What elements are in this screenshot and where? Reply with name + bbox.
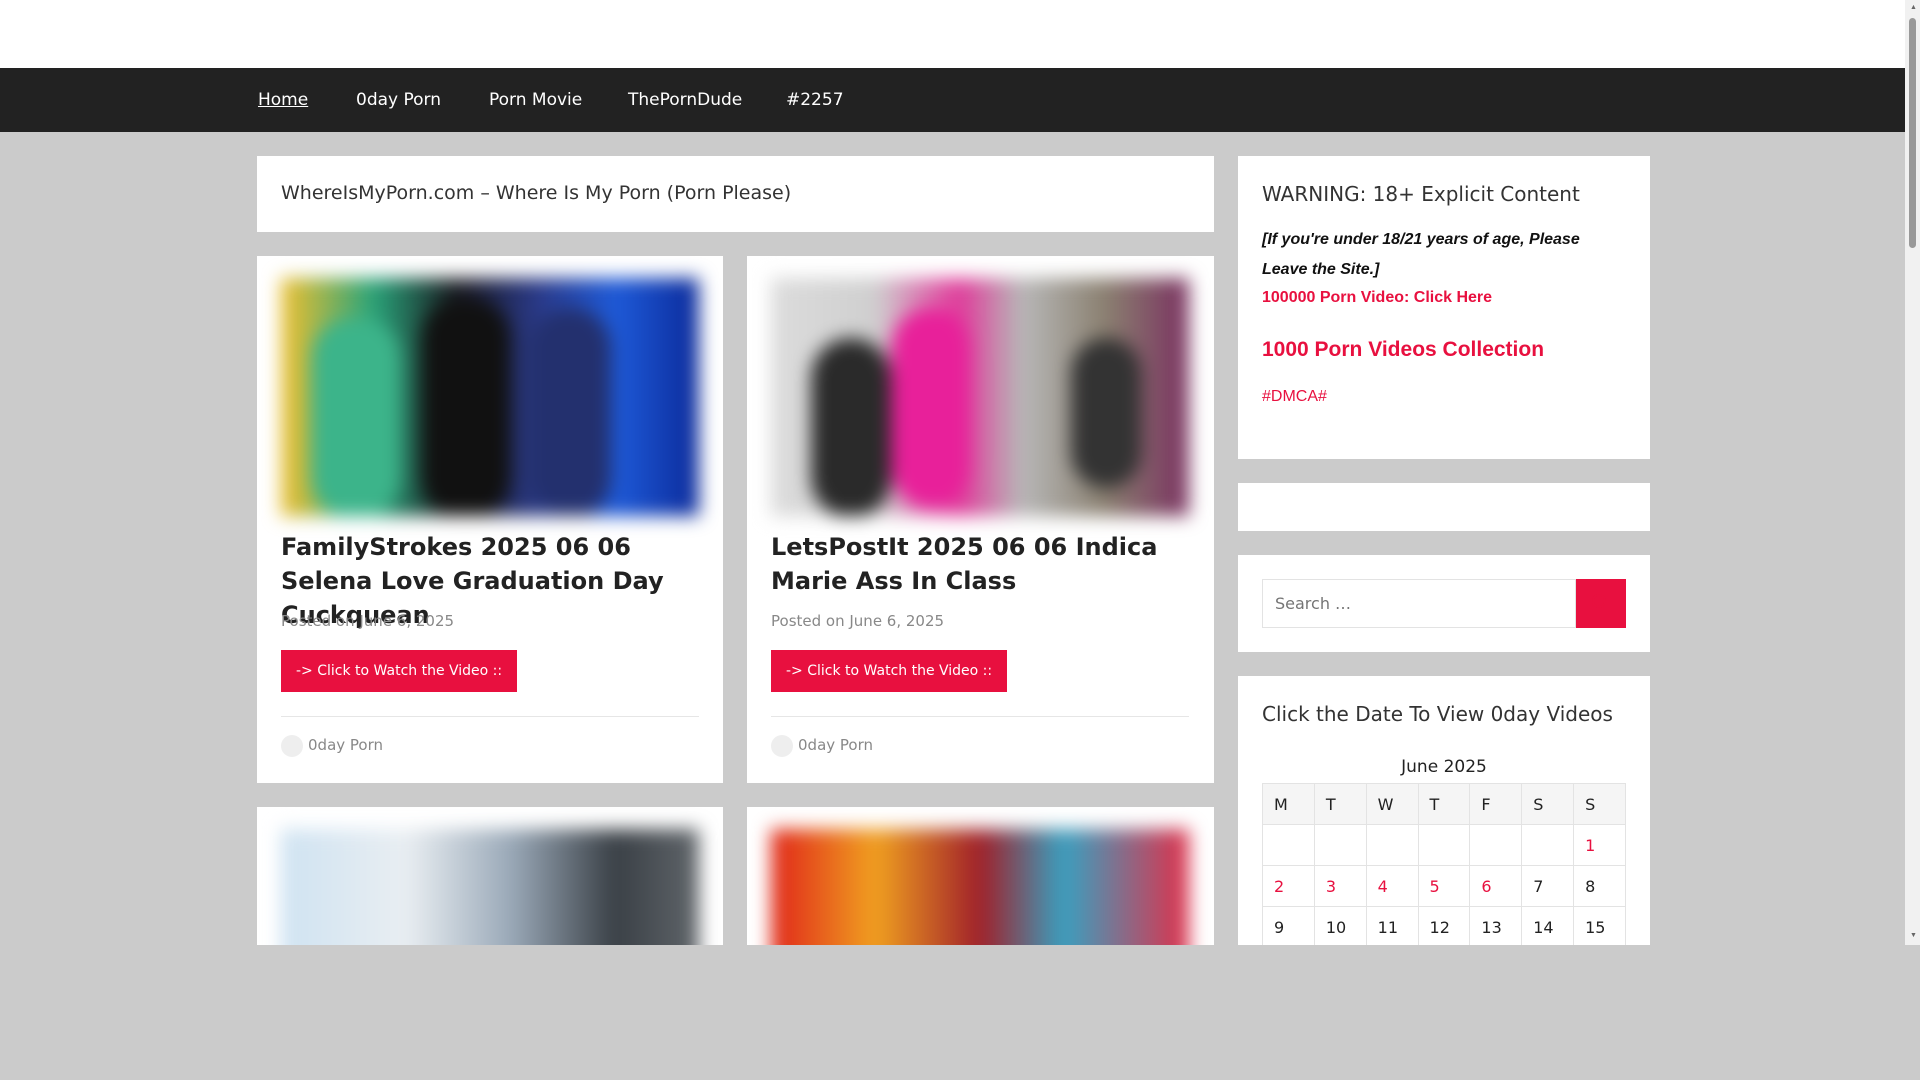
post-card: LetsPostIt 2025 06 06 Indica Marie Ass I… bbox=[747, 256, 1214, 783]
search-icon bbox=[1592, 594, 1610, 612]
calendar-day bbox=[1365, 824, 1419, 866]
posted-label: Posted on bbox=[281, 612, 355, 630]
warning-widget: WARNING: 18+ Explicit Content [If you're… bbox=[1238, 156, 1650, 459]
weekday-header: T bbox=[1313, 783, 1367, 825]
nav-porn-movie[interactable]: Porn Movie bbox=[489, 68, 582, 132]
divider bbox=[281, 716, 699, 717]
calendar-day: 10 bbox=[1313, 906, 1367, 948]
post-thumbnail[interactable] bbox=[281, 278, 699, 516]
scroll-down-icon[interactable]: ▼ bbox=[1910, 932, 1917, 939]
calendar-day: 8 bbox=[1573, 865, 1626, 907]
weekday-header: M bbox=[1262, 783, 1315, 825]
divider bbox=[771, 716, 1189, 717]
scroll-up-icon[interactable]: ▲ bbox=[1910, 4, 1917, 11]
watch-video-button[interactable]: -> Click to Watch the Video :: bbox=[771, 650, 1008, 692]
calendar-day-link[interactable]: 2 bbox=[1262, 865, 1315, 907]
calendar-day: 12 bbox=[1417, 906, 1471, 948]
weekday-header: W bbox=[1365, 783, 1419, 825]
calendar-day-link[interactable]: 1 bbox=[1573, 824, 1626, 866]
calendar-day bbox=[1262, 824, 1315, 866]
calendar-day: 7 bbox=[1521, 865, 1575, 907]
post-category-link[interactable]: 0day Porn bbox=[308, 736, 383, 754]
folder-icon bbox=[281, 735, 303, 757]
calendar-day bbox=[1521, 824, 1575, 866]
watch-video-button[interactable]: -> Click to Watch the Video :: bbox=[281, 650, 518, 692]
weekday-header: S bbox=[1573, 783, 1626, 825]
post-date[interactable]: June 6, 2025 bbox=[849, 612, 944, 630]
post-category-link[interactable]: 0day Porn bbox=[798, 736, 873, 754]
weekday-header: F bbox=[1469, 783, 1523, 825]
site-header bbox=[0, 0, 1905, 68]
search-widget bbox=[1238, 555, 1650, 652]
calendar-title: Click the Date To View 0day Videos bbox=[1262, 702, 1613, 726]
posted-label: Posted on bbox=[771, 612, 845, 630]
site-title-box: WhereIsMyPorn.com – Where Is My Porn (Po… bbox=[257, 156, 1214, 232]
age-warning-text: [If you're under 18/21 years of age, Ple… bbox=[1262, 231, 1580, 278]
nav-theporndude[interactable]: ThePornDude bbox=[628, 68, 742, 132]
widget-title: WARNING: 18+ Explicit Content bbox=[1262, 182, 1580, 206]
weekday-header: S bbox=[1521, 783, 1575, 825]
dmca-link[interactable]: #DMCA# bbox=[1262, 388, 1327, 406]
calendar-day bbox=[1313, 824, 1367, 866]
post-card: FamilyStrokes 2025 06 06 Selena Love Gra… bbox=[257, 256, 723, 783]
nav-0day-porn[interactable]: 0day Porn bbox=[356, 68, 441, 132]
calendar-day bbox=[1417, 824, 1471, 866]
scrollbar-thumb[interactable] bbox=[1909, 18, 1916, 248]
porn-video-link[interactable]: 100000 Porn Video: Click Here bbox=[1262, 289, 1492, 307]
empty-widget bbox=[1238, 483, 1650, 531]
search-button[interactable] bbox=[1576, 579, 1626, 628]
main-navigation: Home 0day Porn Porn Movie ThePornDude #2… bbox=[0, 68, 1905, 132]
calendar-day-link[interactable]: 5 bbox=[1417, 865, 1471, 907]
calendar-day-link[interactable]: 4 bbox=[1365, 865, 1419, 907]
post-thumbnail[interactable] bbox=[771, 278, 1189, 516]
folder-icon bbox=[771, 735, 793, 757]
post-meta: Posted on June 6, 2025 bbox=[281, 612, 454, 630]
nav-2257[interactable]: #2257 bbox=[786, 68, 844, 132]
calendar-day: 13 bbox=[1469, 906, 1523, 948]
calendar-table: M T W T F S S 1 2 3 4 5 6 7 8 9 10 11 12… bbox=[1262, 783, 1626, 948]
calendar-day: 15 bbox=[1573, 906, 1626, 948]
scrollbar[interactable]: ▲ ▼ bbox=[1905, 0, 1920, 945]
site-title[interactable]: WhereIsMyPorn.com – Where Is My Porn (Po… bbox=[281, 182, 791, 204]
calendar-day: 14 bbox=[1521, 906, 1575, 948]
calendar-month: June 2025 bbox=[1401, 757, 1487, 777]
post-title[interactable]: LetsPostIt 2025 06 06 Indica Marie Ass I… bbox=[771, 530, 1191, 598]
calendar-day: 11 bbox=[1365, 906, 1419, 948]
calendar-day-link[interactable]: 3 bbox=[1313, 865, 1367, 907]
search-input[interactable] bbox=[1262, 579, 1576, 628]
viewport-bottom bbox=[0, 945, 1905, 1080]
post-meta: Posted on June 6, 2025 bbox=[771, 612, 944, 630]
calendar-day: 9 bbox=[1262, 906, 1315, 948]
calendar-day-link[interactable]: 6 bbox=[1469, 865, 1523, 907]
weekday-header: T bbox=[1417, 783, 1471, 825]
calendar-day bbox=[1469, 824, 1523, 866]
collection-link[interactable]: 1000 Porn Videos Collection bbox=[1262, 338, 1544, 362]
post-date[interactable]: June 6, 2025 bbox=[359, 612, 454, 630]
nav-home[interactable]: Home bbox=[258, 68, 308, 132]
